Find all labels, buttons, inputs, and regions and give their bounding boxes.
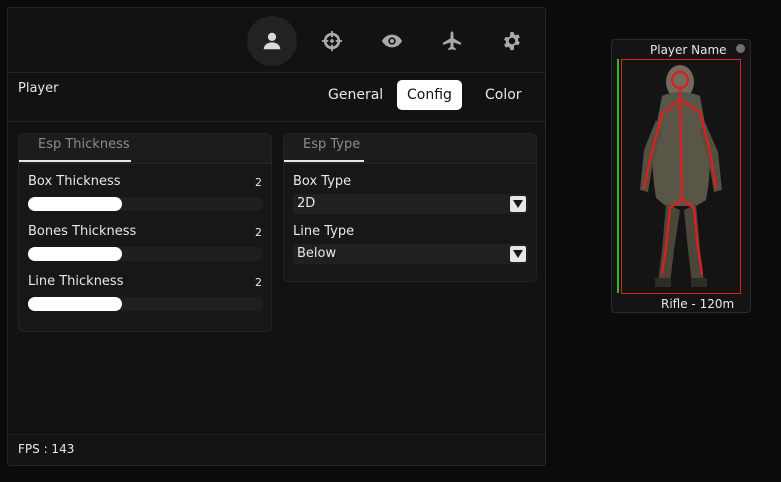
section-title: Player (18, 81, 59, 96)
esp-box (621, 59, 741, 294)
box-type-label: Box Type (293, 174, 352, 189)
line-thickness-label: Line Thickness (28, 274, 124, 289)
bones-thickness-label: Bones Thickness (28, 224, 137, 239)
line-type-value: Below (297, 246, 337, 261)
bones-thickness-fill (28, 247, 122, 261)
tab-color[interactable]: Color (475, 80, 532, 110)
crosshair-icon (321, 30, 343, 52)
esp-type-panel: Esp Type Box Type 2D Line Type Below (283, 133, 537, 282)
line-thickness-slider[interactable] (28, 297, 263, 311)
esp-thickness-underline (19, 160, 131, 162)
line-type-select[interactable]: Below (293, 244, 528, 264)
esp-thickness-header: Esp Thickness (19, 134, 271, 164)
box-type-select[interactable]: 2D (293, 194, 528, 214)
chevron-down-icon[interactable] (510, 246, 526, 262)
player-name-label: Player Name (650, 43, 727, 57)
plane-icon (442, 31, 462, 51)
box-thickness-fill (28, 197, 122, 211)
user-icon (263, 32, 281, 50)
box-thickness-label: Box Thickness (28, 174, 121, 189)
eye-icon (381, 34, 403, 48)
box-thickness-value: 2 (255, 176, 262, 189)
header-divider (8, 72, 545, 73)
bones-thickness-slider[interactable] (28, 247, 263, 261)
line-type-label: Line Type (293, 224, 355, 239)
esp-type-title: Esp Type (303, 137, 361, 152)
nav-visuals[interactable] (367, 16, 417, 66)
status-bar: FPS : 143 (8, 434, 545, 465)
line-thickness-fill (28, 297, 122, 311)
weapon-distance-label: Rifle - 120m (661, 297, 735, 311)
tab-config[interactable]: Config (397, 80, 462, 110)
esp-thickness-title: Esp Thickness (38, 137, 130, 152)
esp-preview: Player Name Rifle - 120m (611, 39, 751, 313)
esp-type-underline (284, 160, 364, 162)
tabs-divider (8, 121, 545, 122)
box-type-value: 2D (297, 196, 316, 211)
esp-type-header: Esp Type (284, 134, 536, 164)
gear-icon (504, 31, 520, 51)
box-thickness-slider[interactable] (28, 197, 263, 211)
fps-counter: FPS : 143 (18, 442, 75, 456)
status-dot-icon (736, 44, 745, 53)
chevron-down-icon[interactable] (510, 196, 526, 212)
esp-thickness-panel: Esp Thickness Box Thickness 2 Bones Thic… (18, 133, 272, 332)
line-thickness-value: 2 (255, 276, 262, 289)
nav-aimbot[interactable] (307, 16, 357, 66)
nav-vehicles[interactable] (427, 16, 477, 66)
nav-settings[interactable] (487, 16, 537, 66)
cheat-menu-window: Player General Config Color Esp Thicknes… (7, 7, 546, 466)
bones-thickness-value: 2 (255, 226, 262, 239)
tab-general[interactable]: General (318, 80, 393, 110)
health-bar (617, 59, 619, 293)
nav-player[interactable] (247, 16, 297, 66)
